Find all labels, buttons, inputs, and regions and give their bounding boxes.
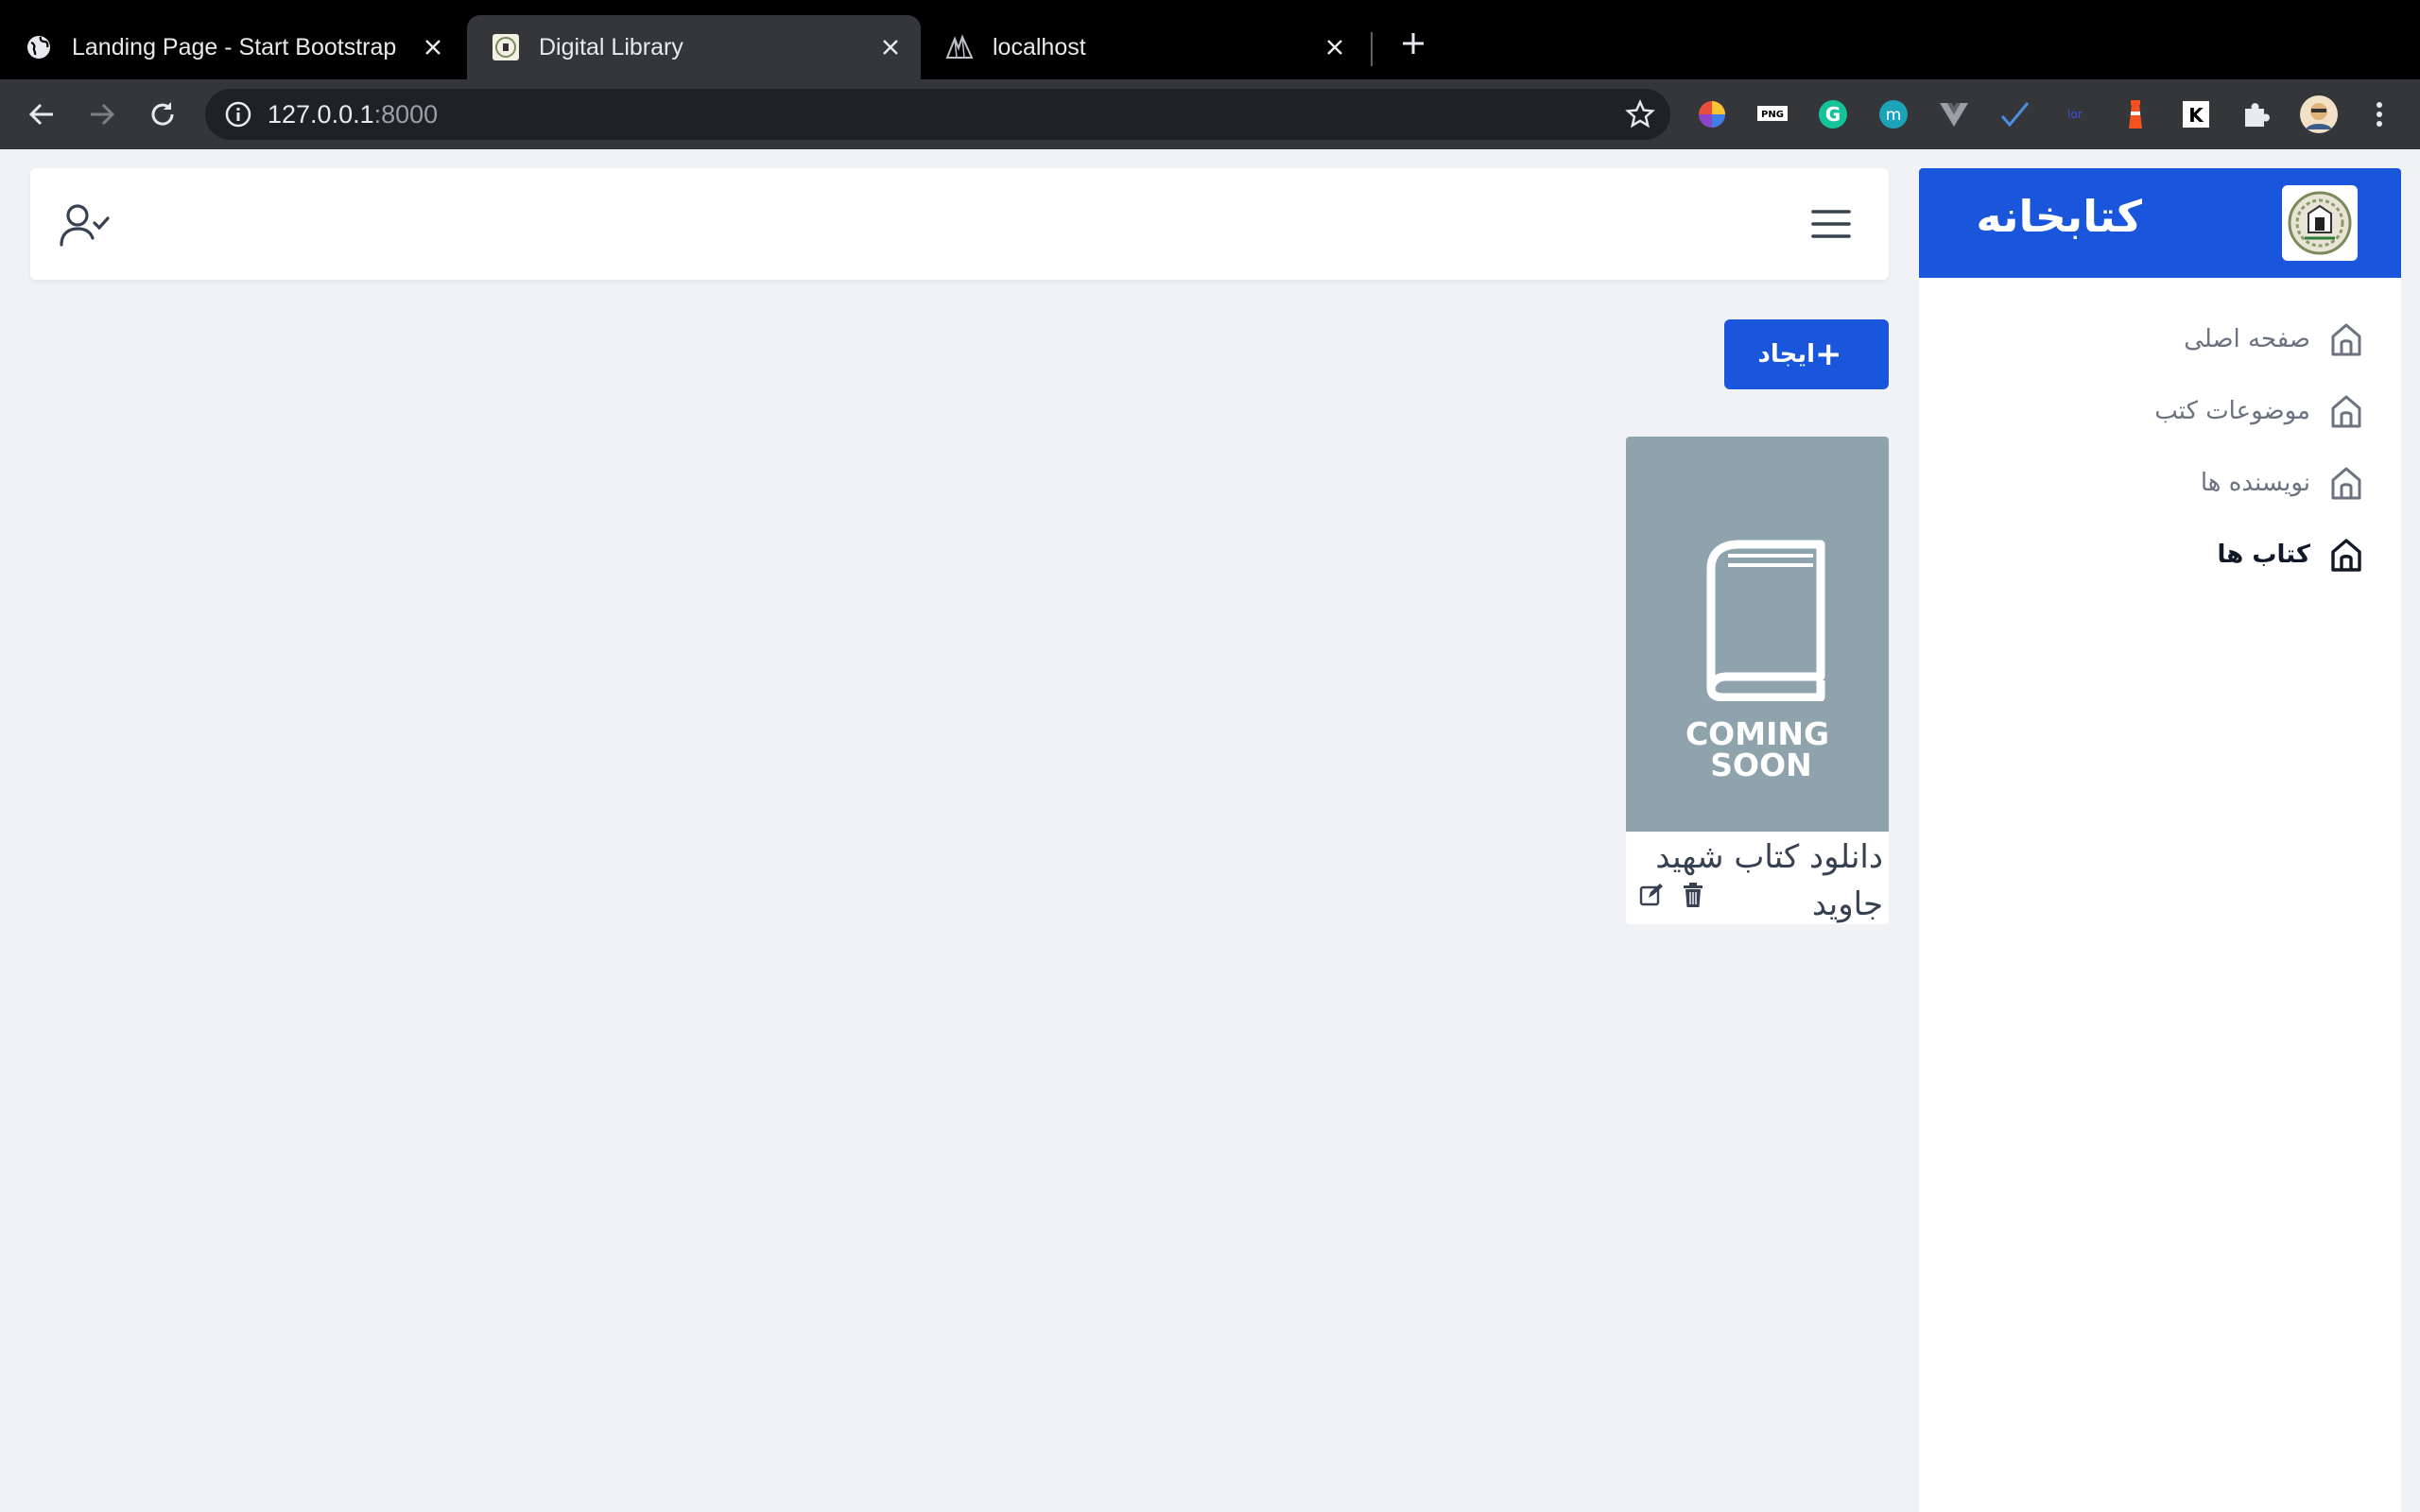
plus-icon: + (1815, 335, 1842, 373)
sidebar-header: کتابخانه (1919, 168, 2401, 278)
book-card[interactable]: COMING SOON دانلود کتاب شهید جاوید (1626, 437, 1889, 924)
svg-text:m: m (1886, 106, 1902, 125)
url-host: 127.0.0.1 (268, 100, 374, 129)
brand-title[interactable]: کتابخانه (1976, 191, 2142, 242)
k-icon[interactable]: K (2180, 98, 2212, 130)
url-text: 127.0.0.1:8000 (268, 100, 438, 129)
svg-text:G: G (1825, 103, 1841, 126)
browser-tabstrip: Landing Page - Start Bootstrap Digital L… (0, 0, 2420, 79)
profile-avatar[interactable] (2299, 94, 2339, 134)
tab-title: Digital Library (539, 33, 683, 60)
reload-button[interactable] (142, 94, 183, 135)
svg-text:PNG: PNG (1761, 110, 1784, 120)
soon-text: SOON (1710, 747, 1812, 783)
browser-toolbar: 127.0.0.1:8000 PNG G m lor K (0, 79, 2420, 149)
sidebar-item-label: کتاب ها (2217, 541, 2310, 569)
sidebar: کتابخانه صفحه اصلی موضوعات کتب نویسنده ه… (1919, 168, 2401, 1512)
sidebar-item-home[interactable]: صفحه اصلی (2184, 316, 2365, 363)
new-tab-button[interactable] (1394, 25, 1432, 62)
url-port: :8000 (373, 100, 439, 129)
svg-text:K: K (2188, 104, 2204, 127)
coming-text: COMING (1685, 715, 1830, 752)
create-button[interactable]: + ایجاد (1724, 319, 1889, 389)
sidebar-item-label: موضوعات کتب (2154, 397, 2310, 425)
svg-text:lor: lor (2067, 108, 2083, 121)
seal-icon (492, 33, 520, 61)
book-title: دانلود کتاب شهید جاوید (1655, 838, 1883, 923)
book-cover: COMING SOON (1626, 437, 1889, 832)
tab-separator (1371, 32, 1373, 66)
sidebar-item-books[interactable]: کتاب ها (2218, 531, 2365, 578)
forward-button[interactable] (81, 94, 123, 135)
tab-title: localhost (993, 33, 1086, 60)
tab-digital-library[interactable]: Digital Library (467, 15, 921, 79)
back-button[interactable] (21, 94, 62, 135)
globe-icon (25, 33, 53, 61)
color-wheel-icon[interactable] (1696, 98, 1728, 130)
home-icon (2331, 395, 2361, 428)
library-logo[interactable] (2282, 185, 2358, 261)
sidebar-item-authors[interactable]: نویسنده ها (2201, 459, 2365, 507)
tab-landing-page[interactable]: Landing Page - Start Bootstrap (0, 15, 463, 79)
info-icon[interactable] (224, 100, 252, 129)
home-icon (2331, 539, 2361, 572)
lorem-icon[interactable]: lor (2059, 98, 2091, 130)
delete-icon[interactable] (1679, 881, 1707, 909)
user-check-icon[interactable] (59, 202, 110, 248)
home-icon (2331, 323, 2361, 356)
close-icon[interactable] (872, 28, 909, 66)
tab-title: Landing Page - Start Bootstrap (72, 33, 397, 60)
bookmark-star-icon[interactable] (1625, 99, 1655, 129)
sidebar-item-topics[interactable]: موضوعات کتب (2154, 387, 2365, 435)
tab-localhost[interactable]: localhost (921, 15, 1365, 79)
top-navbar (30, 168, 1889, 280)
check-icon[interactable] (1998, 98, 2031, 130)
kebab-menu-icon[interactable] (2363, 98, 2395, 130)
mountain-icon (945, 33, 974, 61)
sidebar-item-label: نویسنده ها (2200, 469, 2310, 497)
close-icon[interactable] (414, 28, 452, 66)
grammarly-icon[interactable]: G (1817, 98, 1849, 130)
puzzle-icon[interactable] (2240, 98, 2273, 130)
book-icon (1706, 540, 1825, 701)
create-button-label: ایجاد (1757, 340, 1816, 369)
home-icon (2331, 467, 2361, 500)
close-icon[interactable] (1316, 28, 1354, 66)
m-icon[interactable]: m (1877, 98, 1910, 130)
hamburger-icon[interactable] (1809, 204, 1853, 244)
address-bar[interactable]: 127.0.0.1:8000 (205, 89, 1670, 140)
edit-icon[interactable] (1637, 881, 1666, 909)
vue-icon[interactable] (1938, 98, 1970, 130)
pdf-icon[interactable]: PNG (1756, 98, 1789, 130)
sidebar-item-label: صفحه اصلی (2184, 325, 2310, 353)
lighthouse-icon[interactable] (2119, 98, 2152, 130)
